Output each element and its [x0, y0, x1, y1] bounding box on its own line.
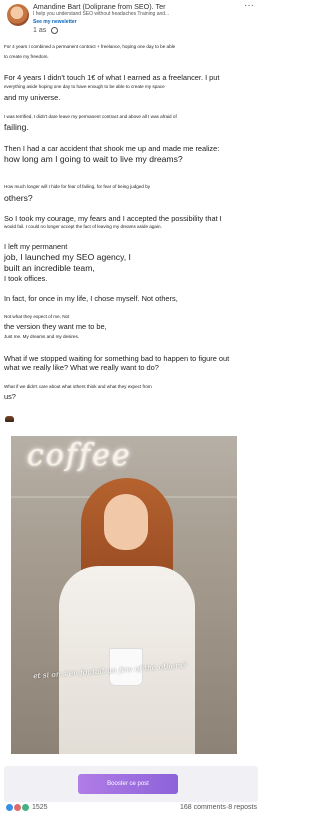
boost-panel: Booster ce post	[4, 766, 258, 802]
boost-post-button[interactable]: Booster ce post	[78, 774, 178, 794]
person-face	[104, 494, 148, 550]
post-line: What if we stopped waiting for something…	[4, 354, 230, 363]
post-header: Amandine Bart (Doliprane from SEO). Ter …	[0, 0, 262, 44]
post-meta: 1 as	[33, 27, 59, 34]
post-line: job, I launched my SEO agency, I	[4, 252, 131, 262]
post-line: In fact, for once in my life, I chose my…	[4, 294, 178, 303]
post-line: What if we didn't care about what others…	[4, 384, 152, 389]
post-line: others?	[4, 193, 33, 203]
post-line: I took offices.	[4, 274, 48, 283]
globe-icon	[51, 27, 59, 34]
comments-reposts[interactable]: 168 comments·8 reposts	[180, 804, 257, 811]
post-line: would fail. I could no longer accept the…	[4, 224, 162, 229]
celebrate-icon	[22, 804, 29, 811]
post-line: So I took my courage, my fears and I acc…	[4, 214, 222, 223]
post-line: the version they want me to be,	[4, 322, 107, 331]
avatar[interactable]	[7, 4, 29, 26]
post-line: failing.	[4, 122, 29, 132]
post-line: I was terrified, I didn't dare leave my …	[4, 114, 177, 119]
post-line: us?	[4, 392, 16, 401]
coffee-emoji-icon	[5, 416, 14, 422]
post-line: how long am I going to wait to live my d…	[4, 154, 183, 164]
post-line: Not what they expect of me, Not	[4, 314, 70, 319]
post-line: and my universe.	[4, 93, 61, 102]
post-footer: 1525 168 comments·8 reposts	[0, 802, 262, 816]
post-line: Just me. My dreams and my desires.	[4, 334, 80, 339]
more-options-icon[interactable]: ···	[244, 0, 254, 11]
post-line: I left my permanent	[4, 242, 68, 251]
post-line: everything aside hoping one day to have …	[4, 84, 165, 89]
post-line: what we really like? What we really want…	[4, 363, 159, 372]
newsletter-link[interactable]: See my newsletter	[33, 19, 77, 25]
post-line: Then I had a car accident that shook me …	[4, 144, 220, 153]
author-name[interactable]: Amandine Bart (Doliprane from SEO). Ter	[33, 2, 166, 11]
post-line: For 4 years I combined a permanent contr…	[4, 44, 176, 49]
author-headline: I help you understand SEO without headac…	[33, 11, 170, 17]
post-line: built an incredible team,	[4, 263, 95, 273]
post-card: Amandine Bart (Doliprane from SEO). Ter …	[0, 0, 262, 816]
neon-sign: coffee	[27, 438, 132, 473]
post-time: 1 as	[33, 27, 47, 34]
reactions-count[interactable]: 1525	[32, 804, 48, 811]
post-image[interactable]: coffee et si on s'en foutait un few of t…	[11, 436, 237, 754]
love-icon	[14, 804, 21, 811]
post-line: How much longer will I hide for fear of …	[4, 184, 151, 189]
reactions[interactable]: 1525	[6, 804, 48, 811]
like-icon	[6, 804, 13, 811]
post-line: to create my freedom.	[4, 54, 49, 59]
post-line: For 4 years I didn't touch 1€ of what I …	[4, 73, 220, 82]
